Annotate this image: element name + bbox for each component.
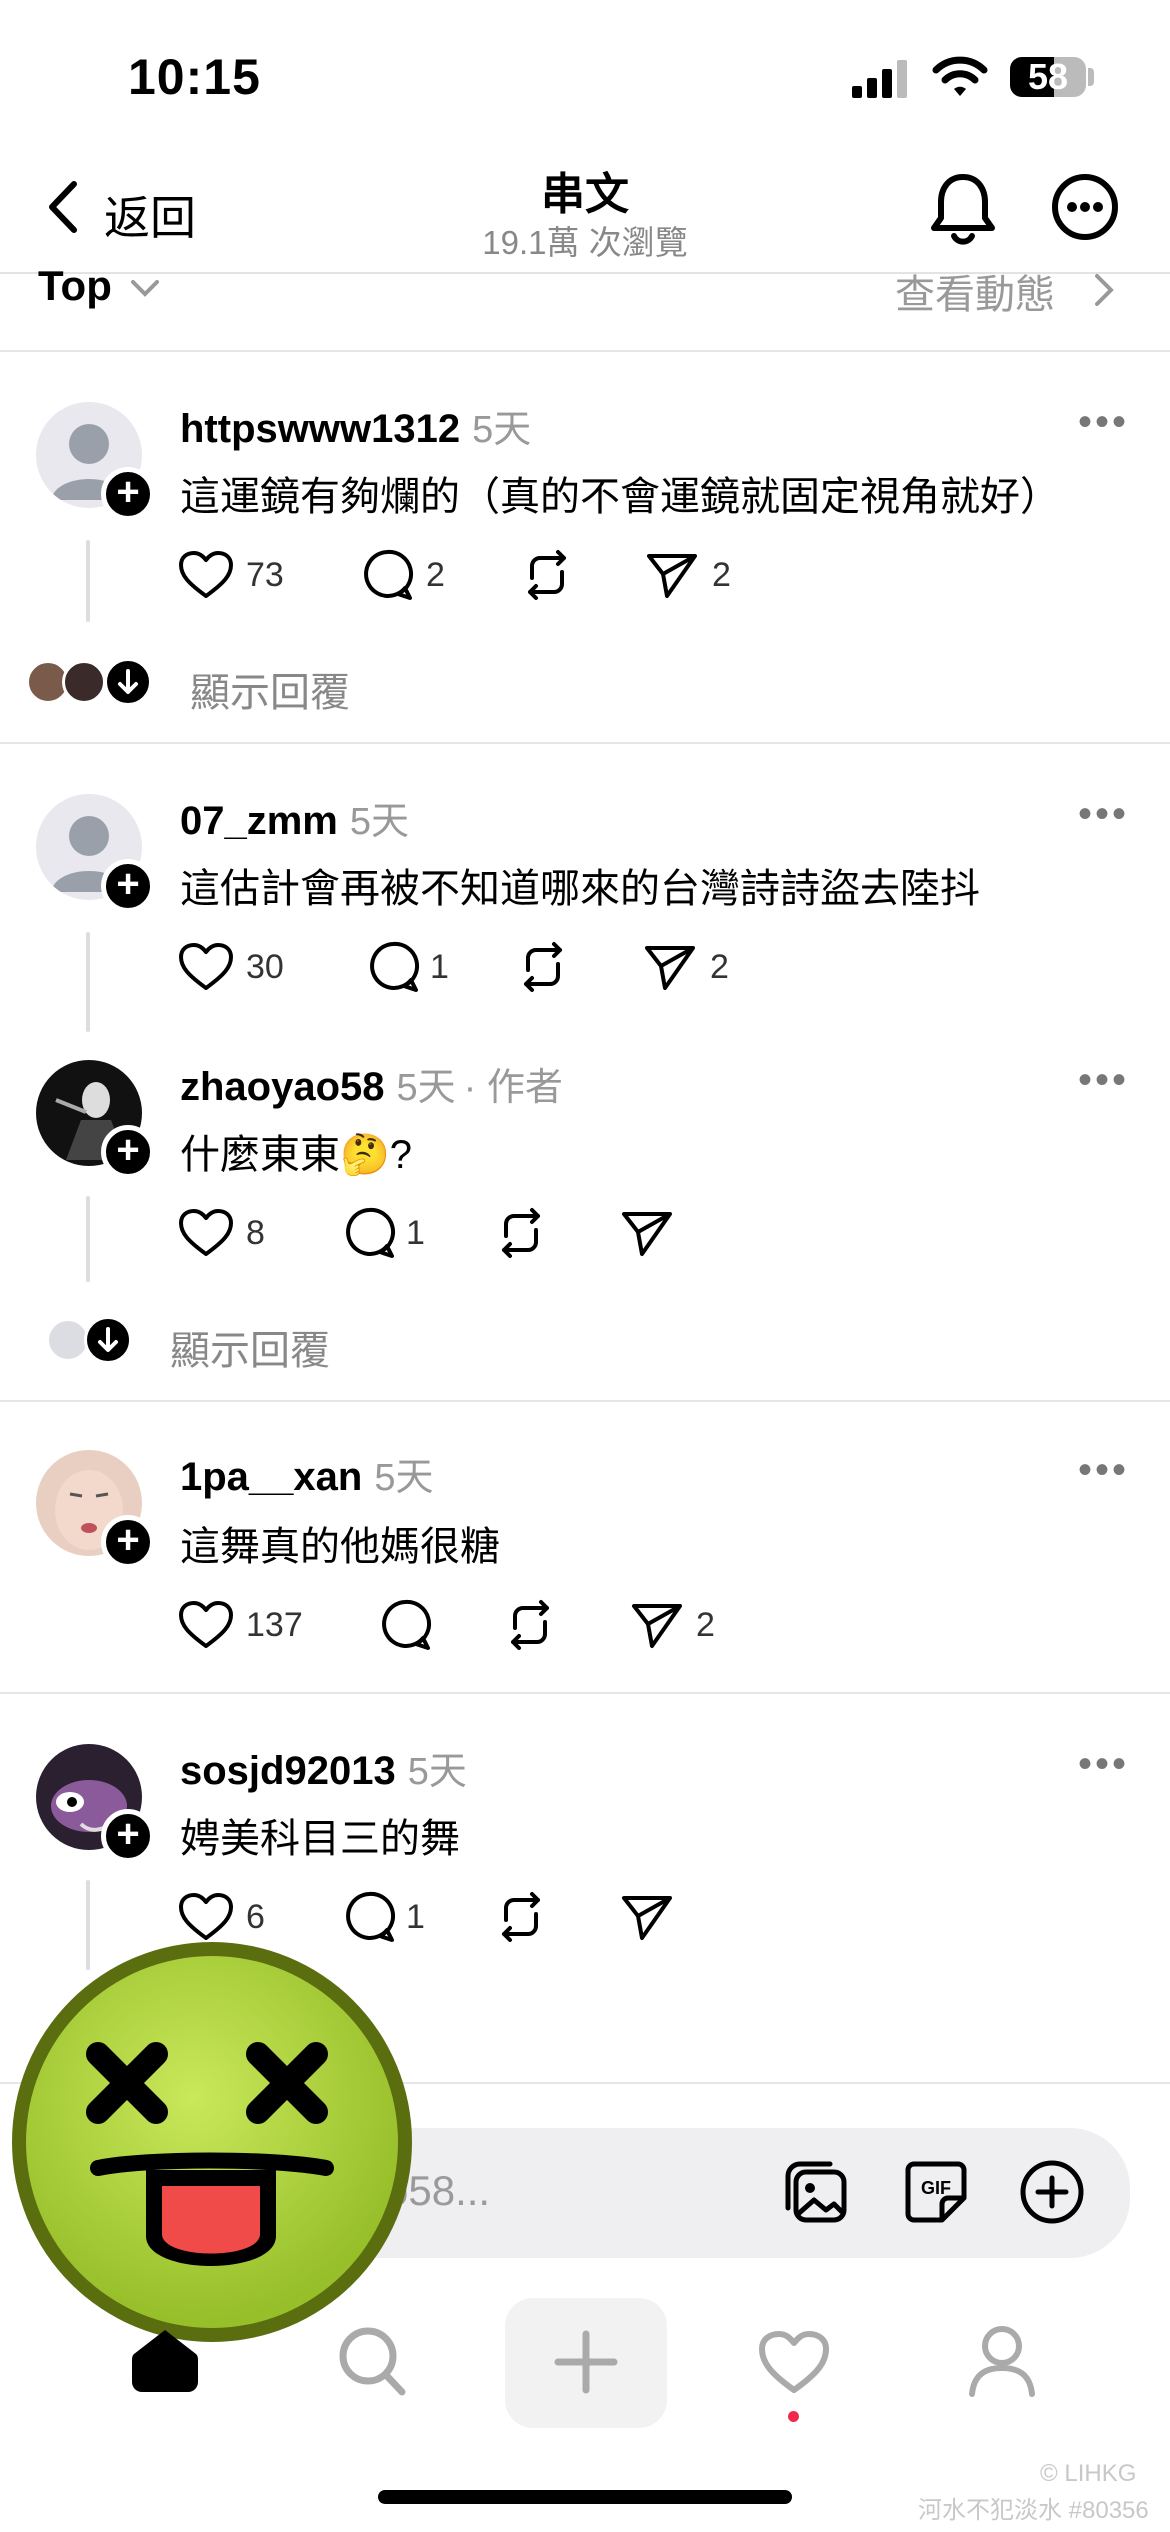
- watermark: 河水不犯淡水 #80356: [918, 2497, 1149, 2524]
- comment-icon[interactable]: [342, 1206, 396, 1260]
- comment-text: 娉美科目三的舞: [180, 1817, 460, 1861]
- battery-percent: 58: [1027, 57, 1069, 97]
- battery-tip: [1088, 68, 1094, 86]
- comment-icon[interactable]: [366, 940, 420, 994]
- comment-username[interactable]: zhaoyao58 5天 · 作者: [180, 1056, 563, 1111]
- comment-more-button[interactable]: •••: [1078, 792, 1129, 837]
- comment-more-button[interactable]: •••: [1078, 1742, 1129, 1787]
- show-replies-button[interactable]: 顯示回覆: [190, 660, 350, 718]
- heart-icon[interactable]: [178, 1600, 234, 1650]
- comment-icon[interactable]: [360, 548, 414, 602]
- heart-icon[interactable]: [758, 2330, 830, 2394]
- comment-text: 這估計會再被不知道哪來的台灣詩詩盜去陸抖: [180, 867, 980, 911]
- plus-icon: [554, 2330, 618, 2394]
- comment-more-button[interactable]: •••: [1078, 400, 1129, 445]
- search-icon[interactable]: [338, 2326, 408, 2398]
- wifi-icon: [932, 56, 988, 96]
- chevron-right-icon[interactable]: [1092, 272, 1116, 308]
- arrow-down-icon[interactable]: [104, 658, 152, 706]
- svg-text:GIF: GIF: [921, 2178, 951, 2198]
- comment-username[interactable]: 1pa__xan 5天: [180, 1446, 433, 1501]
- heart-icon[interactable]: [178, 942, 234, 992]
- arrow-down-icon[interactable]: [84, 1316, 132, 1364]
- status-time: 10:15: [128, 49, 261, 105]
- repost-icon[interactable]: [494, 1890, 548, 1944]
- follow-button[interactable]: +: [101, 859, 155, 913]
- reply-count: 1: [406, 1214, 425, 1252]
- watermark: © LIHKG: [1040, 2460, 1137, 2487]
- gif-icon[interactable]: GIF: [902, 2158, 970, 2226]
- image-icon[interactable]: [782, 2158, 850, 2226]
- heart-icon[interactable]: [178, 1208, 234, 1258]
- divider: [0, 1400, 1170, 1402]
- follow-button[interactable]: +: [101, 1125, 155, 1179]
- heart-icon[interactable]: [178, 550, 234, 600]
- repost-icon[interactable]: [494, 1206, 548, 1260]
- send-icon[interactable]: [630, 1600, 684, 1650]
- send-icon[interactable]: [620, 1208, 674, 1258]
- follow-button[interactable]: +: [101, 467, 155, 521]
- show-replies-button[interactable]: 顯示回覆: [170, 1318, 330, 1376]
- comment-more-button[interactable]: •••: [1078, 1448, 1129, 1493]
- comment-username[interactable]: httpswww1312 5天: [180, 398, 531, 453]
- share-count: 2: [710, 948, 729, 986]
- follow-button[interactable]: +: [101, 1809, 155, 1863]
- thread-line: [86, 1196, 90, 1282]
- notification-dot: [788, 2411, 799, 2422]
- heart-icon[interactable]: [178, 1892, 234, 1942]
- thread-line: [86, 932, 90, 1032]
- profile-icon[interactable]: [966, 2324, 1038, 2398]
- like-count: 6: [246, 1898, 265, 1936]
- reply-count: 1: [430, 948, 449, 986]
- reply-count: 1: [406, 1898, 425, 1936]
- like-count: 137: [246, 1606, 303, 1644]
- dizzy-face-sticker: [12, 1942, 412, 2342]
- divider: [0, 350, 1170, 352]
- comment-text: 什麼東東🤔?: [180, 1133, 413, 1177]
- divider: [0, 742, 1170, 744]
- share-count: 2: [696, 1606, 715, 1644]
- repost-icon[interactable]: [503, 1598, 557, 1652]
- like-count: 73: [246, 556, 284, 594]
- battery-indicator: 58: [1010, 57, 1086, 97]
- divider: [0, 1692, 1170, 1694]
- send-icon[interactable]: [643, 942, 697, 992]
- home-indicator: [378, 2490, 792, 2504]
- send-icon[interactable]: [620, 1892, 674, 1942]
- comment-text: 這舞真的他媽很糖: [180, 1525, 500, 1569]
- cellular-signal-icon: [852, 60, 907, 98]
- sort-dropdown[interactable]: Top: [38, 262, 112, 310]
- comment-text: 這運鏡有夠爛的（真的不會運鏡就固定視角就好）: [180, 475, 1060, 519]
- chevron-down-icon[interactable]: [130, 278, 160, 298]
- reply-avatar: [62, 660, 106, 704]
- comment-more-button[interactable]: •••: [1078, 1058, 1129, 1103]
- thread-line: [86, 540, 90, 622]
- comment-username[interactable]: sosjd92013 5天: [180, 1740, 467, 1795]
- send-icon[interactable]: [645, 550, 699, 600]
- like-count: 8: [246, 1214, 265, 1252]
- reply-count: 2: [426, 556, 445, 594]
- repost-icon[interactable]: [520, 548, 574, 602]
- like-count: 30: [246, 948, 284, 986]
- follow-button[interactable]: +: [101, 1515, 155, 1569]
- plus-circle-icon[interactable]: [1018, 2158, 1086, 2226]
- repost-icon[interactable]: [516, 940, 570, 994]
- home-icon[interactable]: [128, 2326, 202, 2396]
- bell-icon[interactable]: [928, 172, 998, 248]
- view-activity-link[interactable]: 查看動態: [895, 262, 1055, 320]
- comment-icon[interactable]: [378, 1598, 432, 1652]
- comment-username[interactable]: 07_zmm 5天: [180, 790, 409, 845]
- share-count: 2: [712, 556, 731, 594]
- more-circle-icon[interactable]: [1050, 172, 1120, 242]
